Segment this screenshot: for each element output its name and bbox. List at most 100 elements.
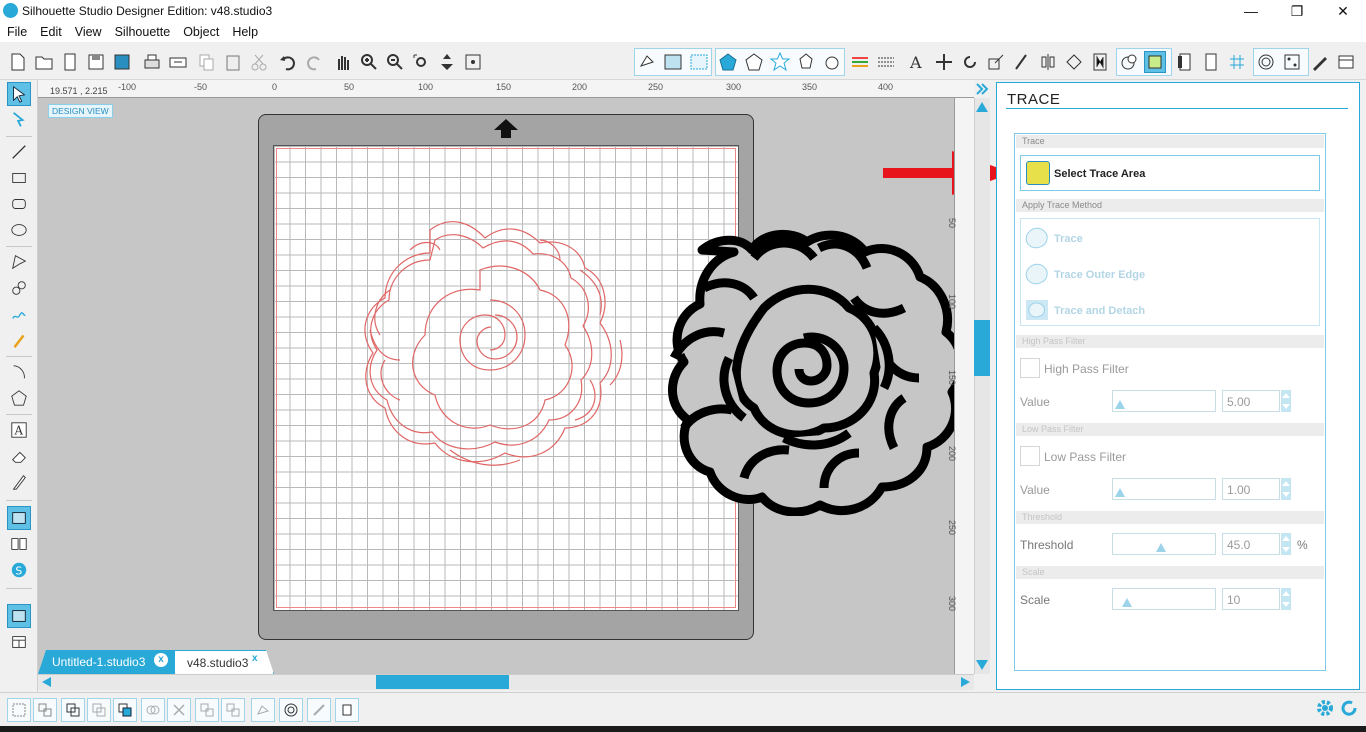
scale-value-input[interactable]: 10 (1222, 588, 1280, 610)
pan-hand-icon[interactable] (332, 51, 354, 73)
menu-view[interactable]: View (68, 22, 108, 39)
paste-icon[interactable] (222, 51, 244, 73)
arc-tool-icon[interactable] (7, 360, 31, 384)
library-icon[interactable] (1335, 51, 1357, 73)
split-view-icon[interactable] (7, 630, 31, 654)
offset-icon[interactable] (1255, 51, 1277, 73)
rotate-icon[interactable] (959, 51, 981, 73)
eraser-tool-icon[interactable] (7, 444, 31, 468)
modify-icon[interactable] (1118, 51, 1140, 73)
new-file-icon[interactable] (7, 51, 29, 73)
high-pass-value-input[interactable]: 5.00 (1222, 390, 1280, 412)
sketch-object-icon[interactable] (307, 698, 331, 722)
fit-to-page-icon[interactable] (462, 51, 484, 73)
line-color-icon[interactable] (717, 51, 739, 73)
drag-zoom-icon[interactable] (436, 51, 458, 73)
maximize-button[interactable]: ❐ (1274, 0, 1320, 22)
copy-icon[interactable] (196, 51, 218, 73)
slider-handle[interactable] (1115, 488, 1125, 497)
grid-icon[interactable] (1226, 51, 1248, 73)
curve-tool-icon[interactable] (7, 276, 31, 300)
high-pass-filter-checkbox[interactable] (1020, 358, 1040, 378)
flower-image[interactable] (654, 228, 956, 516)
scroll-down-icon[interactable] (975, 658, 989, 672)
shear-icon[interactable] (1011, 51, 1033, 73)
zoom-out-icon[interactable] (384, 51, 406, 73)
undo-icon[interactable] (277, 51, 299, 73)
scale-spinner[interactable] (1281, 588, 1291, 610)
horizontal-scroll-thumb[interactable] (376, 675, 509, 689)
ungroup-icon[interactable] (33, 698, 57, 722)
high-pass-spinner[interactable] (1281, 390, 1291, 412)
trace-outer-edge-button[interactable]: Trace Outer Edge (1024, 260, 1304, 288)
scroll-right-icon[interactable] (960, 676, 972, 688)
rounded-rectangle-tool-icon[interactable] (7, 192, 31, 216)
open-folder-icon[interactable] (33, 51, 55, 73)
scale-slider[interactable] (1112, 588, 1216, 610)
design-page-icon[interactable] (7, 506, 31, 530)
replicate-icon[interactable] (1063, 51, 1085, 73)
shadow-icon[interactable] (795, 51, 817, 73)
scroll-left-icon[interactable] (40, 676, 52, 688)
trace-button[interactable]: Trace (1024, 224, 1304, 252)
line-weight-icon[interactable] (875, 51, 897, 73)
shadow-object-icon[interactable] (251, 698, 275, 722)
trace-panel-icon[interactable] (1144, 51, 1166, 73)
group-icon[interactable] (7, 698, 31, 722)
close-button[interactable]: ✕ (1320, 0, 1366, 22)
zoom-select-icon[interactable] (410, 51, 432, 73)
refresh-icon[interactable] (1338, 697, 1360, 719)
tab-close-button[interactable]: x (252, 653, 258, 664)
freehand-tool-icon[interactable] (7, 302, 31, 326)
nesting-icon[interactable] (1089, 51, 1111, 73)
polygon-tool-icon[interactable] (7, 250, 31, 274)
star-icon[interactable] (769, 51, 791, 73)
offset-object-icon[interactable] (279, 698, 303, 722)
open-library-icon[interactable] (59, 51, 81, 73)
select-tool-icon[interactable] (7, 82, 31, 106)
tab-close-button[interactable]: x (154, 653, 168, 667)
scale-icon[interactable] (985, 51, 1007, 73)
send-to-silhouette-icon[interactable] (167, 51, 189, 73)
rectangle-tool-icon[interactable] (7, 166, 31, 190)
high-pass-slider[interactable] (1112, 390, 1216, 412)
point-edit-tool-icon[interactable] (7, 108, 31, 132)
align-icon[interactable] (1037, 51, 1059, 73)
minimize-button[interactable]: — (1228, 0, 1274, 22)
threshold-spinner[interactable] (1281, 533, 1291, 555)
gear-icon[interactable] (1314, 697, 1336, 719)
menu-silhouette[interactable]: Silhouette (108, 22, 177, 39)
double-chevron-right-icon[interactable] (974, 82, 990, 96)
vertical-scroll-thumb[interactable] (974, 320, 990, 376)
make-compound-path-icon[interactable] (61, 698, 85, 722)
line-style-icon[interactable] (743, 51, 765, 73)
slider-handle[interactable] (1155, 543, 1166, 552)
menu-help[interactable]: Help (225, 22, 264, 39)
low-pass-spinner[interactable] (1281, 478, 1291, 500)
bring-to-front-icon[interactable] (113, 698, 137, 722)
slider-handle[interactable] (1122, 598, 1133, 607)
text-style-icon[interactable]: A (905, 51, 927, 73)
cut-icon[interactable] (248, 51, 270, 73)
save-to-library-icon[interactable] (111, 51, 133, 73)
lines-icon[interactable] (849, 51, 871, 73)
page-setup-icon[interactable] (1174, 51, 1196, 73)
zoom-in-icon[interactable] (358, 51, 380, 73)
weld-icon[interactable] (141, 698, 165, 722)
redo-icon[interactable] (303, 51, 325, 73)
transform-icon[interactable] (933, 51, 955, 73)
print-icon[interactable] (141, 51, 163, 73)
ellipse-tool-icon[interactable] (7, 218, 31, 242)
slider-handle[interactable] (1115, 400, 1125, 409)
release-compound-path-icon[interactable] (87, 698, 111, 722)
text-tool-icon[interactable]: A (7, 418, 31, 442)
send-panel-icon[interactable] (1309, 51, 1331, 73)
scroll-up-icon[interactable] (975, 100, 989, 114)
regular-polygon-tool-icon[interactable] (7, 386, 31, 410)
knife-tool-icon[interactable] (7, 470, 31, 494)
fill-pattern-icon[interactable] (688, 51, 710, 73)
trace-and-detach-button[interactable]: Trace and Detach (1024, 296, 1304, 324)
registration-marks-icon[interactable] (1200, 51, 1222, 73)
fill-color-icon[interactable] (636, 51, 658, 73)
library-book-icon[interactable] (7, 532, 31, 556)
